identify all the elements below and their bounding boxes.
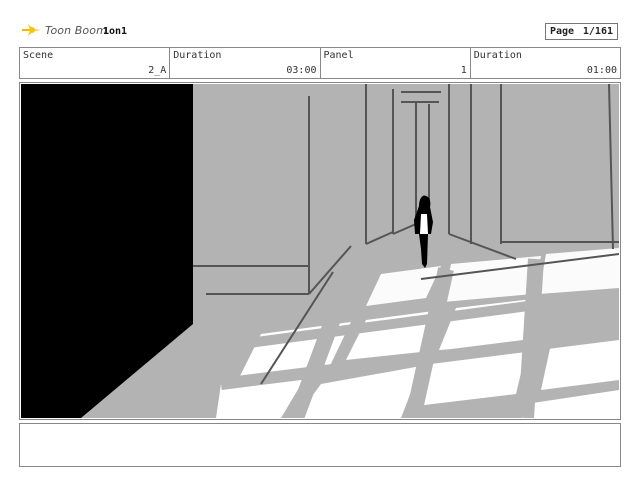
panel-caption[interactable] — [19, 423, 621, 467]
panel-info-header: Scene 2_A Duration 03:00 Panel 1 Duratio… — [19, 47, 621, 79]
scene-duration-label: Duration — [173, 50, 222, 61]
page-label: Page — [550, 26, 575, 37]
panel-cell: Panel 1 — [321, 48, 471, 78]
page-number: 1/161 — [582, 26, 613, 37]
logo-text: Toon Boom — [45, 23, 107, 37]
scene-duration-value: 03:00 — [286, 65, 317, 76]
scene-cell: Scene 2_A — [20, 48, 171, 78]
toon-boom-logo: Toon Boom — [20, 21, 107, 39]
panel-duration-cell: Duration 01:00 — [471, 48, 620, 78]
page-indicator: Page 1/161 — [545, 23, 618, 40]
panel-duration-label: Duration — [473, 50, 522, 61]
toon-boom-star-icon — [22, 24, 41, 36]
project-name: 1on1 — [103, 26, 128, 37]
panel-drawing — [21, 84, 619, 418]
scene-label: Scene — [23, 50, 54, 61]
panel-label: Panel — [323, 50, 354, 61]
panel-value: 1 — [460, 65, 467, 76]
scene-value: 2_A — [148, 65, 167, 76]
storyboard-panel[interactable] — [19, 82, 621, 420]
panel-duration-value: 01:00 — [586, 65, 617, 76]
scene-duration-cell: Duration 03:00 — [170, 48, 321, 78]
